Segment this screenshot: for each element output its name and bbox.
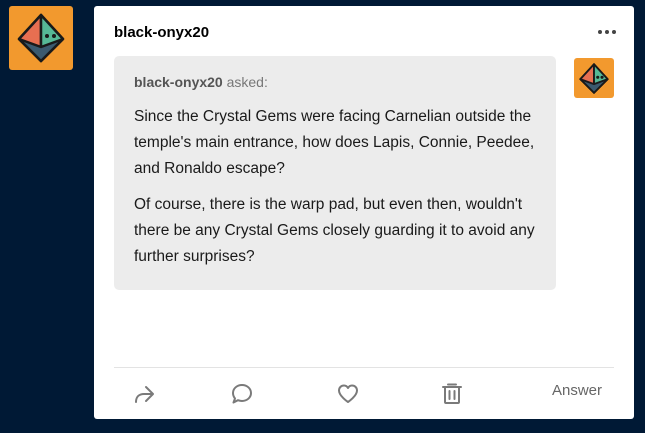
asker-line: black-onyx20 asked: [134, 74, 536, 90]
delete-icon[interactable] [438, 380, 466, 408]
ask-paragraph: Since the Crystal Gems were facing Carne… [134, 108, 535, 177]
ask-post-card: black-onyx20 black-onyx20 asked: Since t… [94, 6, 634, 419]
share-icon[interactable] [130, 380, 158, 408]
octahedron-gem-avatar-icon [579, 62, 609, 94]
heart-icon[interactable] [334, 380, 362, 408]
answer-button[interactable]: Answer [552, 382, 602, 399]
asked-label: asked: [226, 74, 268, 90]
reply-icon[interactable] [228, 380, 256, 408]
post-header: black-onyx20 [114, 22, 618, 42]
octahedron-gem-avatar-icon [17, 13, 65, 63]
post-footer: Answer [114, 368, 614, 419]
more-options-icon[interactable] [596, 26, 618, 38]
asker-name[interactable]: black-onyx20 [134, 74, 223, 90]
ask-bubble: black-onyx20 asked: Since the Crystal Ge… [114, 56, 556, 290]
blog-avatar[interactable] [9, 6, 73, 70]
asker-avatar[interactable] [574, 58, 614, 98]
ask-paragraph: Of course, there is the warp pad, but ev… [134, 196, 535, 265]
blog-name[interactable]: black-onyx20 [114, 24, 209, 41]
